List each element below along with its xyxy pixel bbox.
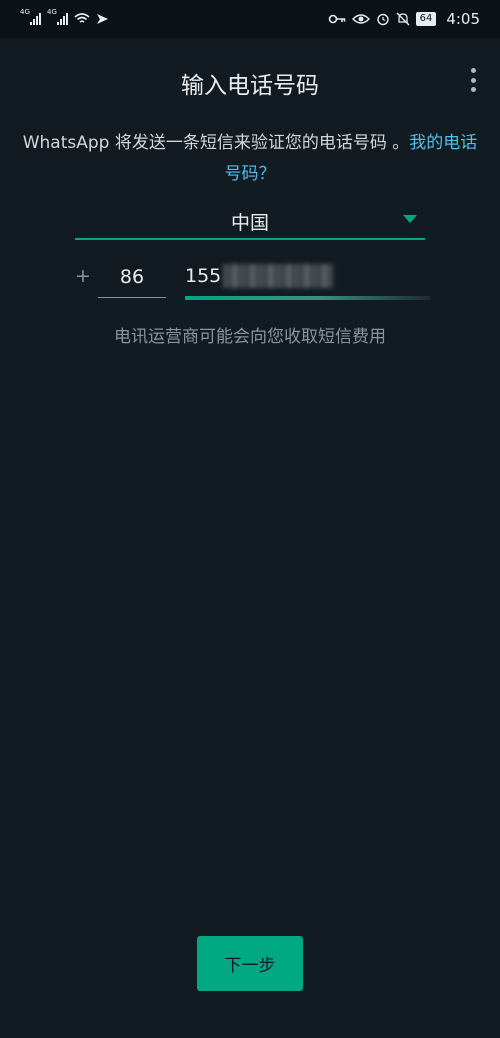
wifi-icon — [74, 13, 90, 23]
page-title: 输入电话号码 — [181, 73, 319, 99]
country-selector[interactable]: 中国 — [75, 200, 425, 240]
key-icon — [328, 14, 345, 24]
sms-charge-hint: 电讯运营商可能会向您收取短信费用 — [114, 327, 386, 347]
dropdown-arrow-icon — [403, 215, 417, 223]
phone-input-underline — [185, 296, 430, 300]
status-time: 4:05 — [446, 10, 480, 28]
signal-icon: 4G — [47, 8, 68, 25]
app-bar: 输入电话号码 — [0, 38, 500, 122]
status-bar-left: 4G 4G — [20, 8, 109, 25]
phone-number-field[interactable] — [185, 256, 430, 302]
status-bar: 4G 4G 64 4:05 — [0, 0, 500, 38]
plus-sign: + — [75, 265, 91, 287]
signal-network-label: 4G — [20, 8, 30, 16]
country-code-input[interactable] — [98, 256, 166, 298]
country-name: 中国 — [230, 212, 269, 234]
signal-network-label: 4G — [47, 8, 57, 16]
verification-description: WhatsApp 将发送一条短信来验证您的电话号码 。我的电话号码？ — [20, 128, 480, 190]
notifications-off-icon — [396, 12, 410, 26]
alarm-icon — [376, 13, 389, 26]
more-vert-icon[interactable] — [468, 68, 478, 92]
signal-icon: 4G — [20, 8, 41, 25]
redacted-number-mask — [223, 264, 333, 288]
description-text: WhatsApp 将发送一条短信来验证您的电话号码 。 — [22, 133, 410, 153]
next-button[interactable]: 下一步 — [197, 936, 303, 991]
battery-indicator: 64 — [415, 12, 437, 26]
status-bar-right: 64 4:05 — [328, 10, 480, 28]
eye-icon — [351, 14, 370, 24]
location-arrow-icon — [97, 14, 108, 24]
